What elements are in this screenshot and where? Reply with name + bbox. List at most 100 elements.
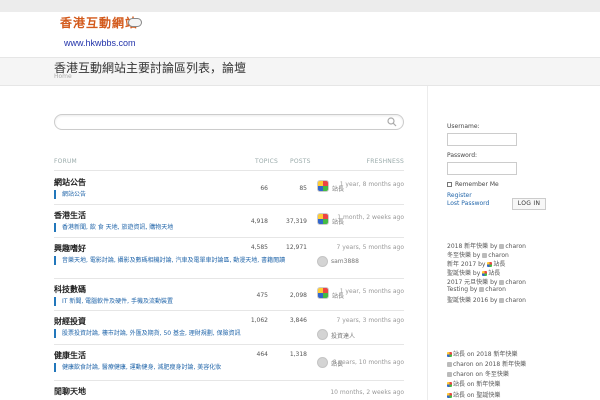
forum-name-link[interactable]: 香港生活 bbox=[54, 210, 86, 221]
forum-name-link[interactable]: 閒聊天地 bbox=[54, 386, 86, 397]
col-forum: FORUM bbox=[54, 158, 77, 165]
user-avatar bbox=[317, 357, 328, 368]
user-avatar-icon bbox=[482, 271, 488, 276]
topic-link[interactable]: 新年 2017 by bbox=[447, 261, 485, 268]
reply-topic-link[interactable]: on 冬至快樂 bbox=[476, 371, 509, 378]
password-field[interactable] bbox=[447, 162, 517, 175]
mouse-icon bbox=[128, 18, 142, 27]
topic-author-link[interactable]: charon bbox=[488, 252, 509, 259]
topic-link[interactable]: 冬至快樂 by bbox=[447, 252, 480, 259]
reply-author-link[interactable]: 站長 bbox=[453, 392, 465, 399]
user-avatar bbox=[317, 213, 329, 225]
logo-chinese-text: 香港互動網站 bbox=[60, 16, 139, 30]
freshness-link[interactable]: 1 month, 2 weeks ago bbox=[337, 214, 404, 221]
freshness-link[interactable]: 7 years, 5 months ago bbox=[337, 244, 404, 251]
topic-link[interactable]: 2017 元旦快樂 by bbox=[447, 279, 497, 286]
post-count: 85 bbox=[299, 185, 307, 192]
reply-topic-link[interactable]: on 2018 新年快樂 bbox=[467, 351, 518, 358]
subforum-links[interactable]: 音樂天地, 電影討論, 攝影及數碼相機討論, 汽車及電單車討論區, 動漫天地, … bbox=[54, 256, 285, 265]
forum-name-link[interactable]: 興趣嗜好 bbox=[54, 243, 86, 254]
post-count: 37,319 bbox=[286, 218, 307, 225]
forum-name-link[interactable]: 健康生活 bbox=[54, 350, 86, 361]
freshness-link[interactable]: 1 year, 5 months ago bbox=[340, 288, 404, 295]
post-count: 1,318 bbox=[289, 351, 307, 358]
recent-topic-item[interactable]: Testing by charon bbox=[447, 286, 506, 293]
topic-author-link[interactable]: charon bbox=[505, 243, 526, 250]
username-field[interactable] bbox=[447, 133, 517, 146]
forum-name-link[interactable]: 網站公告 bbox=[54, 177, 86, 188]
reply-topic-link[interactable]: on 新年快樂 bbox=[467, 381, 500, 388]
topic-count: 4,918 bbox=[250, 218, 268, 225]
login-button[interactable]: LOG IN bbox=[512, 198, 546, 210]
user-avatar-icon bbox=[499, 244, 505, 249]
table-row: 科技數碼 IT 新聞, 電腦軟件及硬件, 手機及流動裝置 475 2,098 站長 1 y… bbox=[54, 284, 404, 316]
reply-author-link[interactable]: 站長 bbox=[453, 381, 465, 388]
freshness-link[interactable]: 1 year, 8 months ago bbox=[340, 181, 404, 188]
topic-link[interactable]: 聖誕快樂 2016 by bbox=[447, 297, 497, 304]
recent-reply-item[interactable]: charon on 2018 新年快樂 bbox=[447, 359, 526, 368]
reply-topic-link[interactable]: on 聖誕快樂 bbox=[467, 392, 500, 399]
user-avatar-icon bbox=[447, 352, 452, 357]
logo-url-text: www.hkwbbs.com bbox=[64, 38, 136, 48]
topic-count: 4,585 bbox=[250, 244, 268, 251]
table-row: 閒聊天地 10 months, 2 weeks ago bbox=[54, 386, 404, 400]
user-avatar-icon bbox=[447, 393, 452, 398]
subforum-links[interactable]: 股票投資討論, 樓市討論, 外匯及期貨, 50 基金, 理財規劃, 保險資訊 bbox=[54, 329, 241, 338]
col-topics: TOPICS bbox=[255, 158, 278, 165]
post-count: 2,098 bbox=[289, 292, 307, 299]
divider bbox=[54, 380, 404, 381]
user-avatar-icon bbox=[482, 253, 488, 258]
username-label: Username: bbox=[447, 123, 480, 130]
recent-topic-item[interactable]: 新年 2017 by 站長 bbox=[447, 259, 505, 268]
reply-author-link[interactable]: charon bbox=[453, 371, 474, 378]
forum-name-link[interactable]: 科技數碼 bbox=[54, 284, 86, 295]
topic-author-link[interactable]: charon bbox=[485, 286, 506, 293]
recent-topic-item[interactable]: 聖誕快樂 2016 by charon bbox=[447, 295, 526, 304]
recent-reply-item[interactable]: 站長 on 聖誕快樂 bbox=[447, 390, 500, 399]
register-link[interactable]: Register bbox=[447, 192, 472, 199]
user-avatar bbox=[317, 329, 328, 340]
topic-author-link[interactable]: charon bbox=[505, 297, 526, 304]
remember-me-checkbox[interactable] bbox=[447, 182, 452, 187]
reply-author-link[interactable]: 站長 bbox=[453, 351, 465, 358]
freshness-link[interactable]: 7 years, 3 months ago bbox=[337, 317, 404, 324]
col-freshness: FRESHNESS bbox=[366, 158, 404, 165]
last-poster-link[interactable]: sam3888 bbox=[331, 258, 359, 265]
topic-author-link[interactable]: 站長 bbox=[493, 261, 505, 268]
reply-author-link[interactable]: charon bbox=[453, 361, 474, 368]
topic-author-link[interactable]: charon bbox=[505, 279, 526, 286]
user-avatar-icon bbox=[499, 280, 505, 285]
topic-link[interactable]: Testing by bbox=[447, 286, 477, 293]
recent-topic-item[interactable]: 聖誕快樂 by 站長 bbox=[447, 268, 500, 277]
recent-reply-item[interactable]: charon on 冬至快樂 bbox=[447, 369, 509, 378]
freshness-link[interactable]: 8 years, 10 months ago bbox=[333, 359, 404, 366]
topic-author-link[interactable]: 站長 bbox=[488, 270, 500, 277]
user-avatar bbox=[317, 180, 329, 192]
breadcrumb-home[interactable]: Home bbox=[54, 73, 72, 80]
divider bbox=[54, 310, 404, 311]
divider bbox=[54, 204, 404, 205]
search-icon[interactable] bbox=[387, 117, 397, 127]
reply-topic-link[interactable]: on 2018 新年快樂 bbox=[476, 361, 527, 368]
last-poster-link[interactable]: 投資達人 bbox=[331, 331, 355, 340]
recent-reply-item[interactable]: 站長 on 2018 新年快樂 bbox=[447, 349, 518, 358]
subforum-links[interactable]: 香港新聞, 飲 食 天地, 旅遊資訊, 購物天地 bbox=[54, 223, 173, 232]
recent-topic-item[interactable]: 冬至快樂 by charon bbox=[447, 250, 509, 259]
forum-name-link[interactable]: 財經投資 bbox=[54, 316, 86, 327]
freshness-link[interactable]: 10 months, 2 weeks ago bbox=[330, 389, 404, 396]
recent-reply-item[interactable]: 站長 on 新年快樂 bbox=[447, 379, 500, 388]
user-avatar-icon bbox=[447, 362, 452, 367]
topic-link[interactable]: 聖誕快樂 by bbox=[447, 270, 480, 277]
post-count: 3,846 bbox=[289, 317, 307, 324]
site-logo[interactable]: 香港互動網站 www.hkwbbs.com bbox=[58, 14, 148, 50]
topic-link[interactable]: 2018 新年快樂 by bbox=[447, 243, 497, 250]
subforum-links[interactable]: 網站公告 bbox=[54, 190, 86, 199]
recent-topic-item[interactable]: 2018 新年快樂 by charon bbox=[447, 241, 526, 250]
lost-password-link[interactable]: Lost Password bbox=[447, 200, 489, 207]
search-input[interactable] bbox=[54, 114, 404, 130]
subforum-links[interactable]: IT 新聞, 電腦軟件及硬件, 手機及流動裝置 bbox=[54, 297, 173, 306]
subforum-links[interactable]: 健康飲食討論, 醫療健康, 運動健身, 減肥瘦身討論, 美容化妝 bbox=[54, 363, 221, 372]
remember-me-label: Remember Me bbox=[455, 181, 499, 188]
recent-topic-item[interactable]: 2017 元旦快樂 by charon bbox=[447, 277, 526, 286]
topic-count: 464 bbox=[256, 351, 268, 358]
